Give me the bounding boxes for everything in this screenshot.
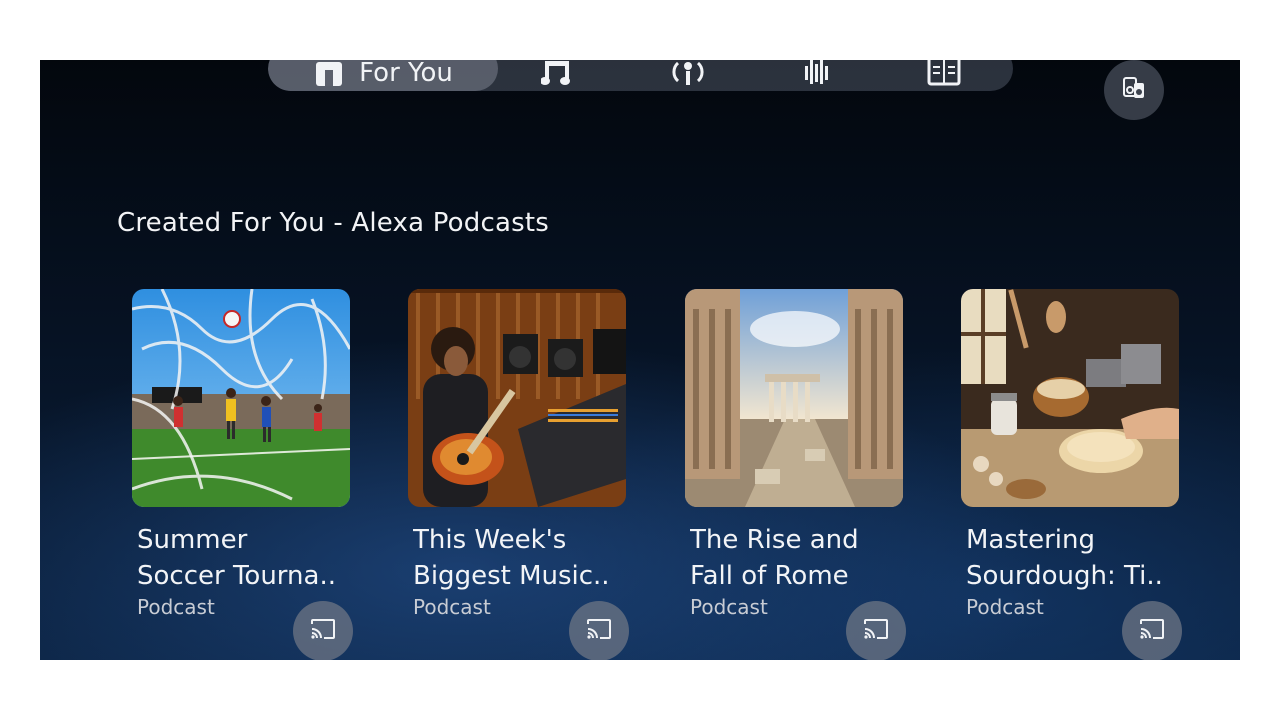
card-subtitle: Podcast [137, 595, 215, 619]
card-subtitle: Podcast [413, 595, 491, 619]
device-settings-button[interactable] [1104, 60, 1164, 120]
card-title-line2: Sourdough: Ti.. [966, 561, 1163, 591]
roman-ruins-image[interactable] [685, 289, 903, 507]
home-icon [313, 60, 345, 90]
cast-button[interactable] [1122, 601, 1182, 660]
card-subtitle: Podcast [690, 595, 768, 619]
cast-icon [310, 618, 336, 644]
card-title: The Rise and Fall of Rome [690, 522, 902, 594]
soundwave-icon [801, 60, 831, 90]
tab-books[interactable] [904, 60, 984, 91]
card-title-line1: Summer [137, 525, 248, 555]
cast-icon [1139, 618, 1165, 644]
card-title-line1: This Week's [413, 525, 567, 555]
top-navigation-bar: For You [268, 60, 1013, 91]
book-icon [927, 60, 961, 90]
card-title-line1: Mastering [966, 525, 1095, 555]
card-title: Summer Soccer Tourna.. [137, 522, 349, 594]
speaker-icon [1121, 75, 1147, 105]
tab-audio[interactable] [776, 60, 856, 91]
card-title-line2: Biggest Music.. [413, 561, 610, 591]
cast-button[interactable] [569, 601, 629, 660]
cast-icon [586, 618, 612, 644]
card-subtitle: Podcast [966, 595, 1044, 619]
cast-icon [863, 618, 889, 644]
tab-for-you[interactable]: For You [268, 60, 498, 91]
cast-button[interactable] [293, 601, 353, 660]
card-title-line1: The Rise and [690, 525, 859, 555]
tab-music[interactable] [518, 60, 598, 91]
card-title-line2: Fall of Rome [690, 561, 849, 591]
soccer-match-image[interactable] [132, 289, 350, 507]
section-title: Created For You - Alexa Podcasts [117, 208, 549, 238]
bread-baking-image[interactable] [961, 289, 1179, 507]
tab-podcasts[interactable] [648, 60, 728, 91]
podcast-microphone-icon [671, 60, 705, 91]
card-title-line2: Soccer Tourna.. [137, 561, 336, 591]
cast-button[interactable] [846, 601, 906, 660]
card-title: Mastering Sourdough: Ti.. [966, 522, 1178, 594]
card-title: This Week's Biggest Music.. [413, 522, 625, 594]
alexa-screen: For You Created For You - Alexa Podcasts… [40, 60, 1240, 660]
guitarist-studio-image[interactable] [408, 289, 626, 507]
tab-for-you-label: For You [359, 60, 453, 88]
music-note-icon [540, 60, 575, 91]
